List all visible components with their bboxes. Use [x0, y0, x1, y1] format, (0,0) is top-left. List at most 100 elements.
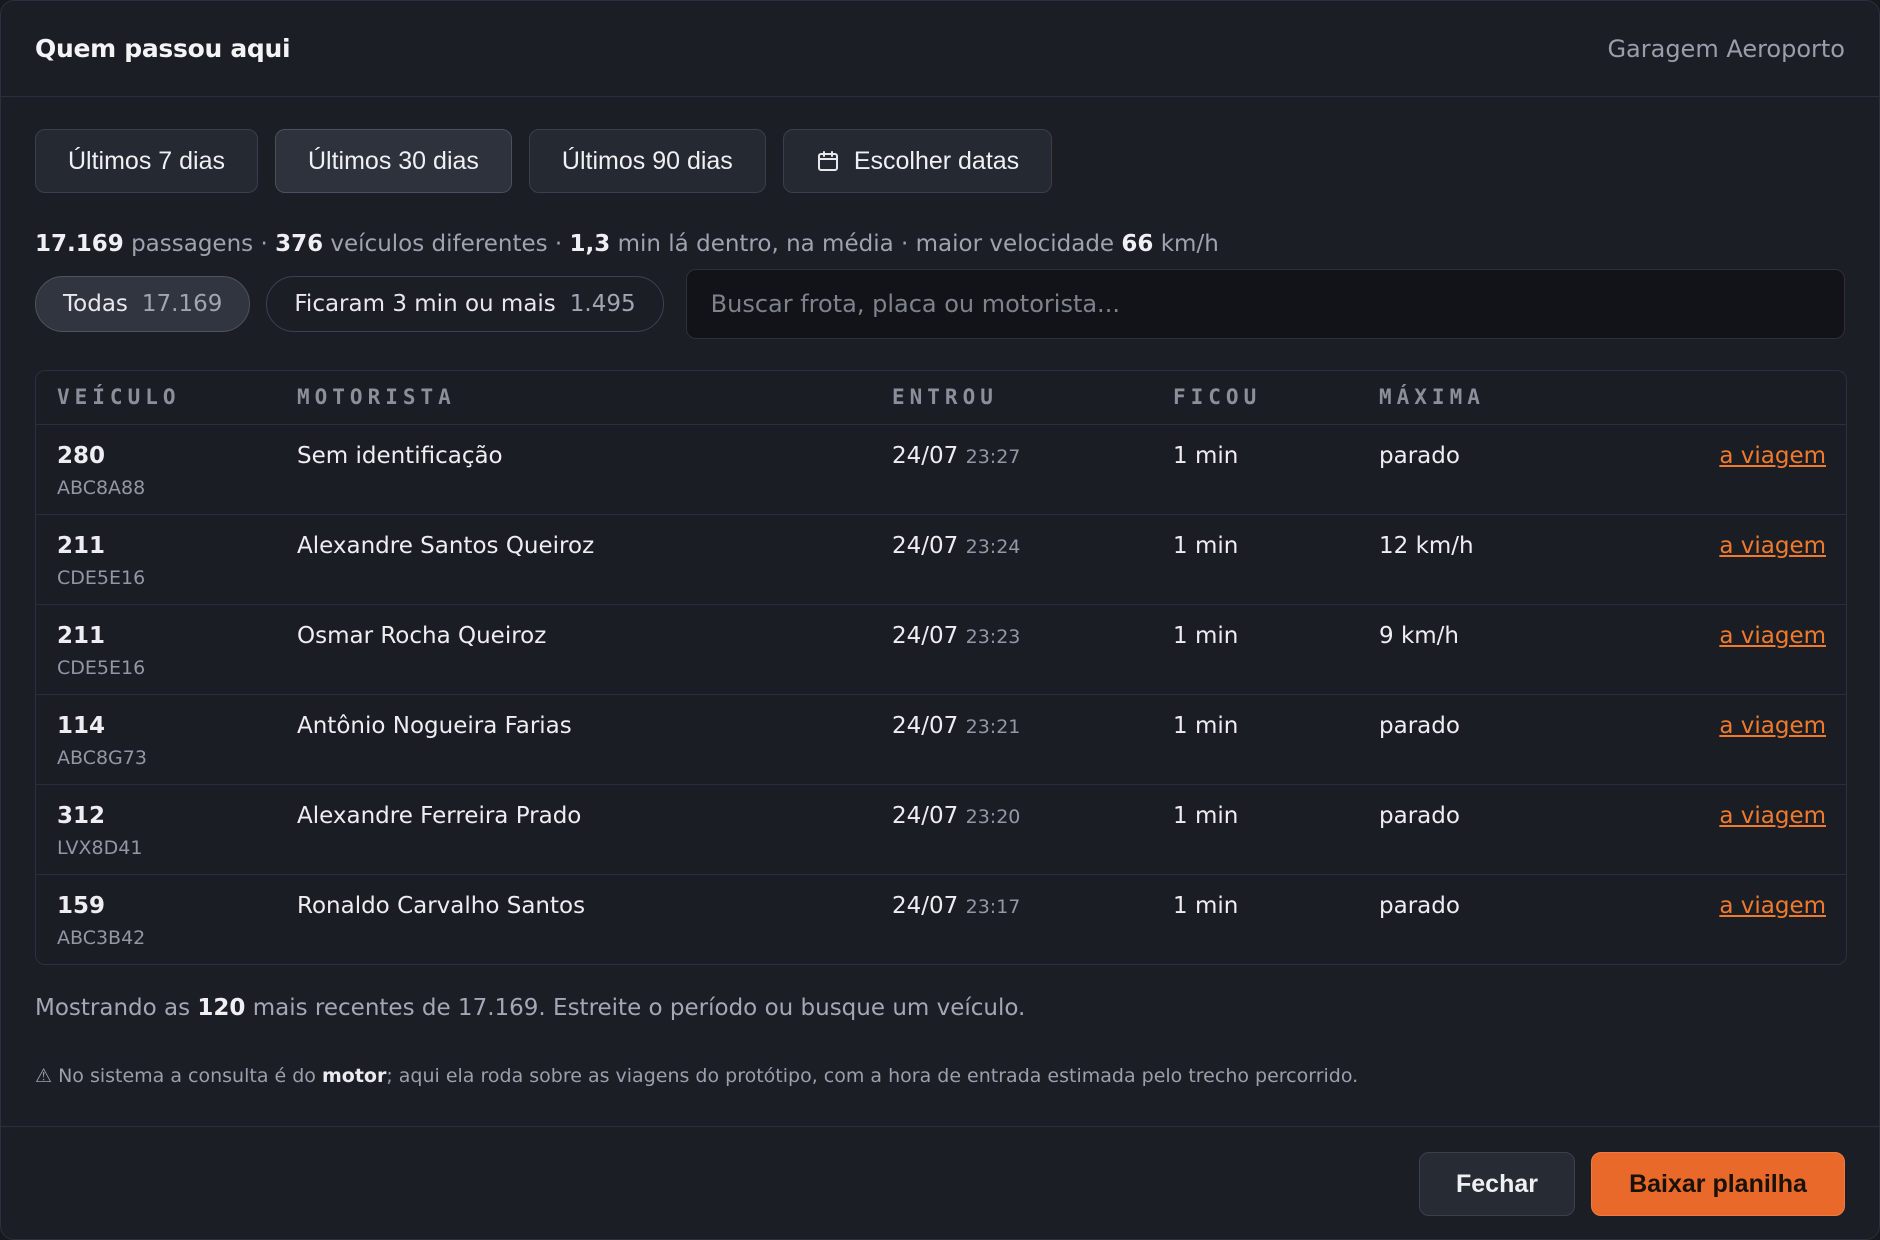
- trip-link[interactable]: a viagem: [1719, 443, 1826, 469]
- entry-date: 24/07: [892, 442, 959, 469]
- max-speed-value: parado: [1379, 424, 1679, 515]
- filter-all-count: 17.169: [141, 291, 223, 317]
- entry-date: 24/07: [892, 532, 959, 559]
- vehicles-count: 376: [275, 231, 324, 257]
- max-speed-value: parado: [1379, 784, 1679, 875]
- trip-link[interactable]: a viagem: [1719, 713, 1826, 739]
- download-spreadsheet-button[interactable]: Baixar planilha: [1591, 1152, 1845, 1216]
- header-actions: [1679, 371, 1846, 425]
- results-shown-count: 120: [197, 995, 246, 1021]
- entry-time: 23:24: [965, 535, 1021, 558]
- warning-prefix: ⚠ No sistema a consulta é do: [35, 1065, 316, 1087]
- modal-title: Quem passou aqui: [35, 34, 291, 63]
- choose-dates-label: Escolher datas: [853, 146, 1020, 175]
- period-7-days-label: Últimos 7 dias: [68, 146, 225, 175]
- fleet-number: 211: [57, 532, 106, 559]
- period-30-days-button[interactable]: Últimos 30 dias: [275, 129, 512, 193]
- prototype-warning: ⚠ No sistema a consulta é do motor; aqui…: [35, 1065, 1358, 1087]
- plate: CDE5E16: [57, 656, 146, 679]
- stay-duration: 1 min: [1173, 892, 1239, 919]
- entry-time: 23:17: [965, 895, 1021, 918]
- max-speed-value: parado: [1379, 694, 1679, 785]
- max-speed-value: parado: [1379, 892, 1460, 919]
- plate: CDE5E16: [57, 566, 146, 589]
- average-stay-label: min lá dentro, na média · maior velocida…: [617, 231, 1115, 257]
- max-speed-unit: km/h: [1160, 231, 1219, 257]
- close-button[interactable]: Fechar: [1419, 1152, 1575, 1216]
- trip-link[interactable]: a viagem: [1719, 623, 1826, 649]
- table-header-row: VEÍCULO MOTORISTA ENTROU FICOU MÁXIMA: [36, 371, 1846, 425]
- table-row: 159 ABC3B42 Ronaldo Carvalho Santos 24/07…: [36, 874, 1846, 964]
- trip-link[interactable]: a viagem: [1719, 803, 1826, 829]
- results-info-suffix: mais recentes de 17.169. Estreite o perí…: [252, 995, 1026, 1021]
- trip-link[interactable]: a viagem: [1719, 533, 1826, 559]
- fleet-number: 114: [57, 712, 106, 739]
- warning-suffix: ; aqui ela roda sobre as viagens do prot…: [386, 1065, 1359, 1087]
- period-90-days-label: Últimos 90 dias: [561, 146, 733, 175]
- header-entered: ENTROU: [892, 371, 1173, 425]
- plate: ABC8G73: [57, 746, 147, 769]
- entry-date: 24/07: [892, 802, 959, 829]
- results-info: Mostrando as 120 mais recentes de 17.169…: [35, 995, 1025, 1021]
- passages-modal: Quem passou aqui Garagem Aeroporto Últim…: [0, 0, 1880, 1240]
- summary-stats: 17.169 passagens · 376 veículos diferent…: [35, 231, 1219, 257]
- fleet-number: 280: [57, 442, 106, 469]
- filter-all-label: Todas: [63, 291, 128, 317]
- header-stayed: FICOU: [1173, 371, 1379, 425]
- entry-date: 24/07: [892, 622, 959, 649]
- modal-header: Quem passou aqui Garagem Aeroporto: [1, 1, 1879, 97]
- fleet-number: 159: [57, 892, 106, 919]
- location-label: Garagem Aeroporto: [1607, 34, 1845, 63]
- stay-duration: 1 min: [1173, 514, 1379, 605]
- header-driver: MOTORISTA: [297, 371, 892, 425]
- passages-count: 17.169: [35, 231, 124, 257]
- filter-3min-count: 1.495: [569, 291, 636, 317]
- calendar-icon: [817, 151, 838, 171]
- max-speed-value: 12 km/h: [1379, 514, 1679, 605]
- choose-dates-button[interactable]: Escolher datas: [782, 129, 1053, 193]
- entry-time: 23:23: [965, 625, 1021, 648]
- table-row: 211 CDE5E16 Osmar Rocha Queiroz 24/07 23:…: [36, 604, 1846, 695]
- filter-3min-label: Ficaram 3 min ou mais: [294, 291, 556, 317]
- stay-duration: 1 min: [1173, 424, 1379, 515]
- table-row: 312 LVX8D41 Alexandre Ferreira Prado 24/0…: [36, 784, 1846, 875]
- table-row: 114 ABC8G73 Antônio Nogueira Farias 24/07…: [36, 694, 1846, 785]
- fleet-number: 211: [57, 622, 106, 649]
- passages-label: passagens ·: [131, 231, 268, 257]
- filter-all-chip[interactable]: Todas 17.169: [35, 276, 251, 332]
- vehicles-label: veículos diferentes ·: [330, 231, 563, 257]
- entry-date: 24/07: [892, 892, 959, 919]
- warning-bold: motor: [321, 1065, 387, 1087]
- stay-duration: 1 min: [1173, 694, 1379, 785]
- driver-name: Alexandre Ferreira Prado: [297, 784, 892, 875]
- entry-time: 23:27: [965, 445, 1021, 468]
- plate: ABC8A88: [57, 476, 146, 499]
- driver-name: Alexandre Santos Queiroz: [297, 514, 892, 605]
- period-selector: Últimos 7 dias Últimos 30 dias Últimos 9…: [35, 129, 1053, 193]
- driver-name: Sem identificação: [297, 424, 892, 515]
- plate: ABC3B42: [57, 926, 146, 949]
- driver-name: Antônio Nogueira Farias: [297, 694, 892, 785]
- filter-3min-chip[interactable]: Ficaram 3 min ou mais 1.495: [266, 276, 664, 332]
- period-90-days-button[interactable]: Últimos 90 dias: [528, 129, 766, 193]
- average-stay: 1,3: [569, 231, 611, 257]
- driver-name: Osmar Rocha Queiroz: [297, 604, 892, 695]
- trip-link[interactable]: a viagem: [1719, 893, 1826, 919]
- table-row: 280 ABC8A88 Sem identificação 24/07 23:27…: [36, 424, 1846, 515]
- fleet-number: 312: [57, 802, 106, 829]
- results-info-prefix: Mostrando as: [35, 995, 191, 1021]
- header-vehicle: VEÍCULO: [36, 371, 297, 425]
- modal-footer: Fechar Baixar planilha: [1, 1126, 1879, 1239]
- max-speed: 66: [1121, 231, 1154, 257]
- table-row: 211 CDE5E16 Alexandre Santos Queiroz 24/0…: [36, 514, 1846, 605]
- filter-bar: Todas 17.169 Ficaram 3 min ou mais 1.495: [35, 269, 1845, 339]
- entry-time: 23:20: [965, 805, 1021, 828]
- entry-time: 23:21: [965, 715, 1021, 738]
- header-max-speed: MÁXIMA: [1379, 371, 1679, 425]
- search-input[interactable]: [685, 269, 1845, 339]
- period-7-days-button[interactable]: Últimos 7 dias: [35, 129, 258, 193]
- entry-date: 24/07: [892, 712, 959, 739]
- max-speed-value: 9 km/h: [1379, 604, 1679, 695]
- plate: LVX8D41: [57, 836, 143, 859]
- stay-duration: 1 min: [1173, 784, 1379, 875]
